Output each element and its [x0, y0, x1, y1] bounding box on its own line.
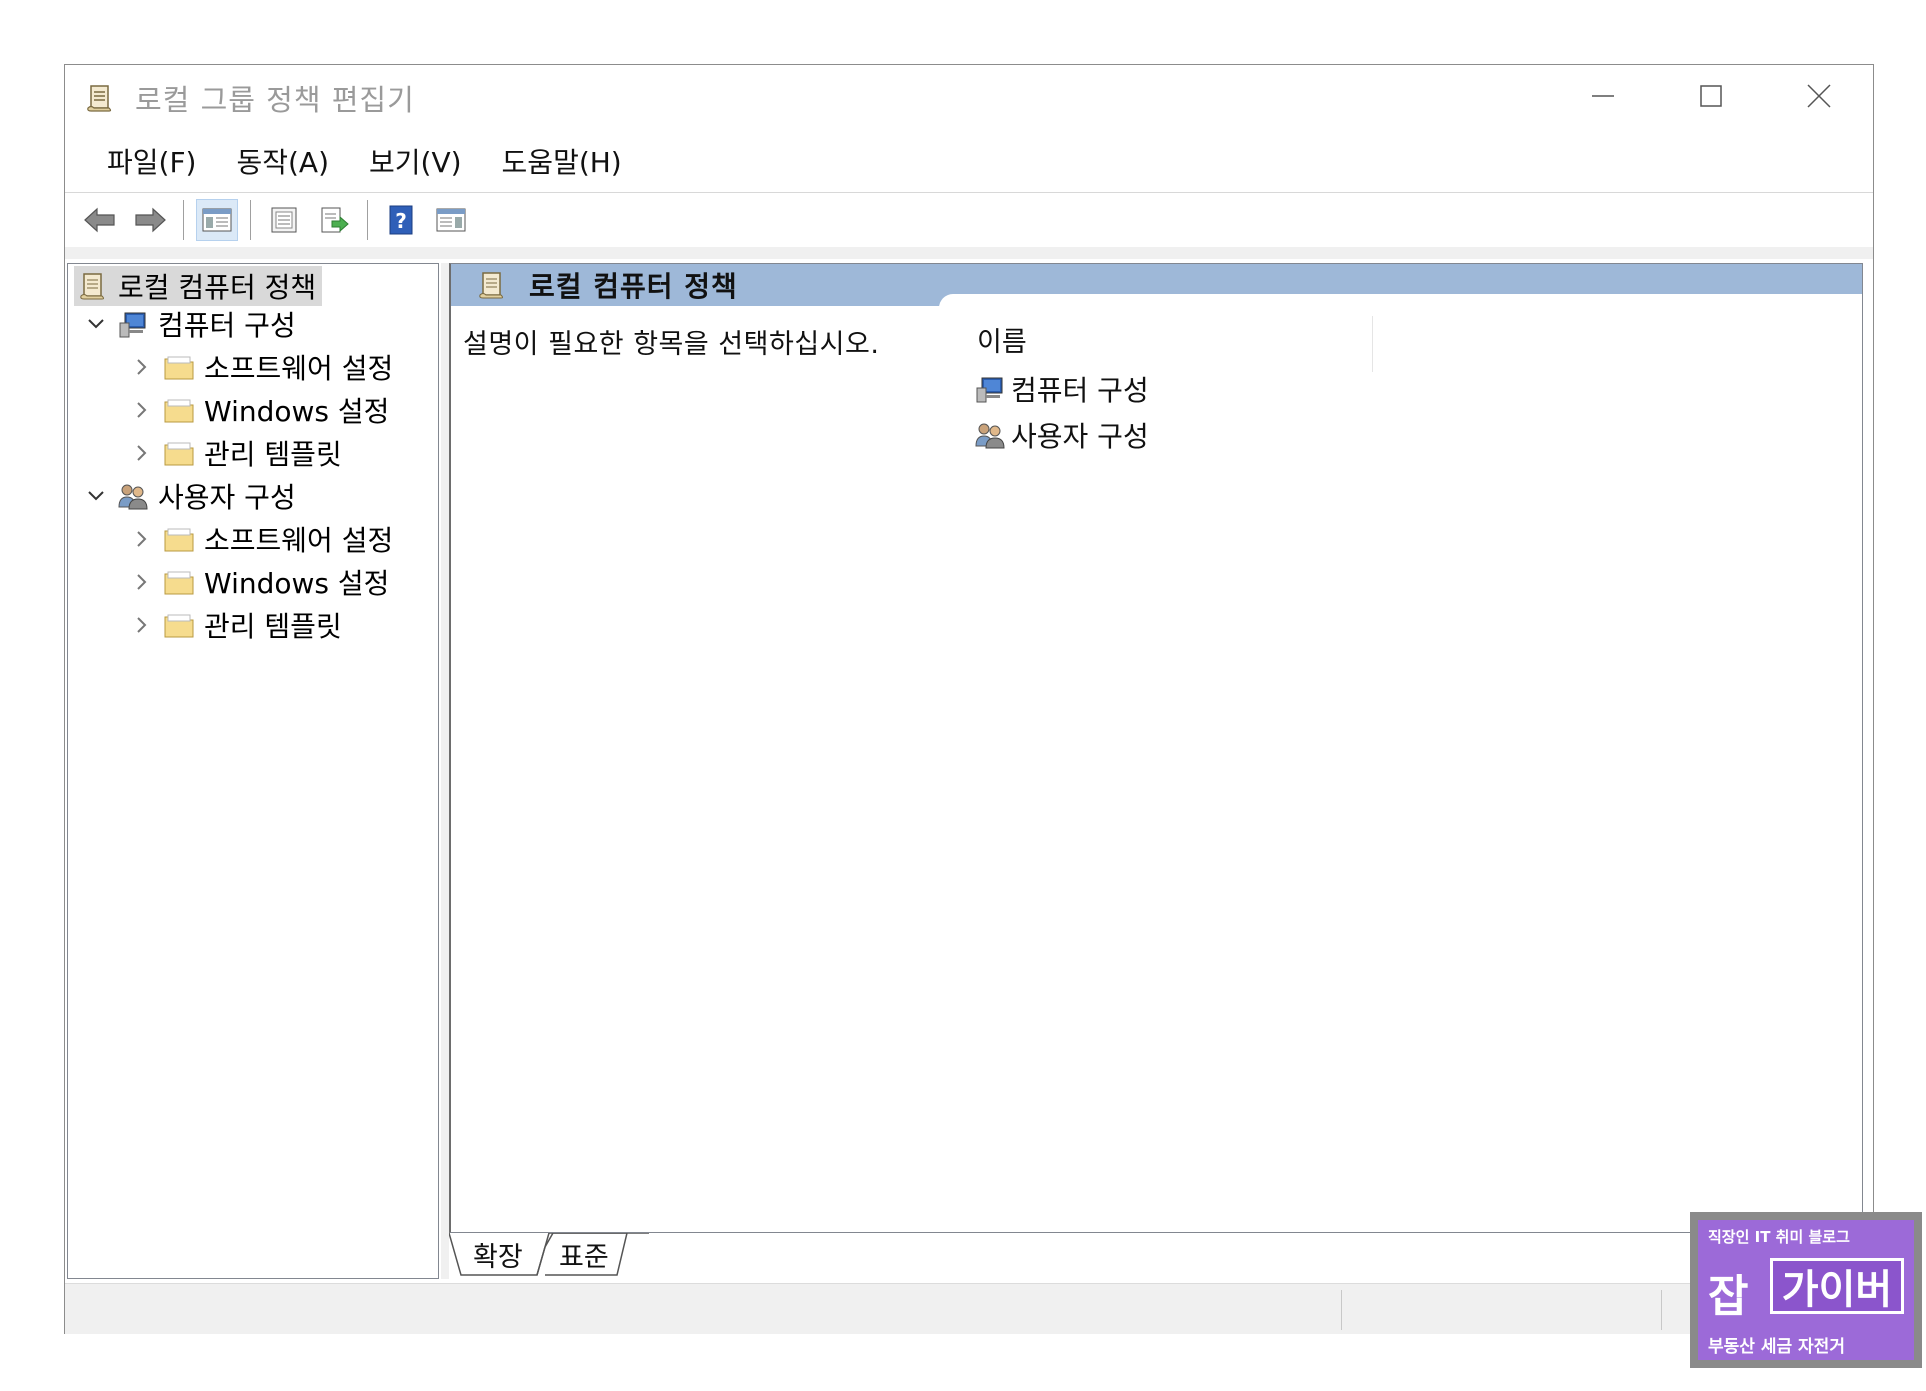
- status-separator: [1661, 1290, 1662, 1330]
- export-list-icon: [321, 207, 349, 233]
- tree-item-computer-windows-settings[interactable]: Windows 설정: [128, 390, 389, 430]
- title-bar[interactable]: 로컬 그룹 정책 편집기: [65, 65, 1873, 127]
- policy-scroll-icon: [76, 269, 110, 303]
- tree-item-computer-admin-templates[interactable]: 관리 템플릿: [128, 433, 342, 473]
- users-icon: [116, 479, 150, 513]
- toolbar-separator: [183, 200, 184, 240]
- show-hide-action-pane-button[interactable]: [430, 199, 472, 241]
- column-header-name[interactable]: 이름: [977, 320, 1027, 359]
- chevron-right-icon[interactable]: [128, 568, 156, 596]
- properties-icon: [271, 207, 297, 233]
- computer-icon: [973, 372, 1007, 406]
- show-hide-tree-button[interactable]: [196, 199, 238, 241]
- chevron-down-icon[interactable]: [82, 482, 110, 510]
- tab-extended[interactable]: 확장: [473, 1235, 523, 1274]
- menu-bar: 파일(F) 동작(A) 보기(V) 도움말(H): [65, 130, 1873, 193]
- detail-header-title: 로컬 컴퓨터 정책: [529, 270, 738, 303]
- status-separator: [1341, 1290, 1342, 1330]
- tree-item-computer-config[interactable]: 컴퓨터 구성: [82, 304, 296, 344]
- menu-view[interactable]: 보기(V): [349, 130, 482, 192]
- toolbar-separator: [367, 200, 368, 240]
- view-tabs: 확장 표준: [449, 1233, 1863, 1279]
- tab-standard[interactable]: 표준: [559, 1235, 609, 1274]
- folder-icon: [162, 436, 196, 470]
- list-item-user-config[interactable]: 사용자 구성: [973, 414, 1149, 456]
- tree-label: Windows 설정: [204, 567, 390, 600]
- tree-label: 관리 템플릿: [204, 438, 342, 471]
- description-text: 설명이 필요한 항목을 선택하십시오.: [463, 329, 880, 360]
- tree-label: 로컬 컴퓨터 정책: [118, 271, 317, 304]
- properties-button[interactable]: [263, 199, 305, 241]
- svg-text:?: ?: [395, 209, 407, 233]
- tree-label: 소프트웨어 설정: [204, 524, 394, 557]
- chevron-right-icon[interactable]: [128, 439, 156, 467]
- toolbar: ?: [65, 193, 1873, 247]
- minimize-icon: [1592, 95, 1614, 97]
- toolbar-separator: [250, 200, 251, 240]
- list-item-computer-config[interactable]: 컴퓨터 구성: [973, 368, 1149, 410]
- detail-pane: 로컬 컴퓨터 정책 설명이 필요한 항목을 선택하십시오. 이름 컴퓨터 구성 …: [449, 263, 1863, 1233]
- tree-label: 관리 템플릿: [204, 610, 342, 643]
- export-list-button[interactable]: [313, 199, 355, 241]
- show-hide-console-tree-icon: [202, 208, 232, 232]
- column-divider[interactable]: [1372, 316, 1373, 372]
- watermark-inner: 직장인 IT 취미 블로그 잡 가이버 부동산 세금 자전거: [1698, 1220, 1914, 1360]
- tree-item-user-windows-settings[interactable]: Windows 설정: [128, 562, 389, 602]
- tree-item-user-software-settings[interactable]: 소프트웨어 설정: [128, 519, 393, 559]
- close-button[interactable]: [1765, 65, 1873, 127]
- watermark-top-text: 직장인 IT 취미 블로그: [1708, 1228, 1850, 1246]
- folder-icon: [162, 565, 196, 599]
- folder-icon: [162, 608, 196, 642]
- blog-watermark-logo: 직장인 IT 취미 블로그 잡 가이버 부동산 세금 자전거: [1690, 1212, 1922, 1368]
- tree-label: 소프트웨어 설정: [204, 352, 394, 385]
- tree-label: Windows 설정: [204, 395, 390, 428]
- chevron-down-icon[interactable]: [82, 310, 110, 338]
- status-bar: [65, 1283, 1873, 1334]
- policy-scroll-icon: [85, 83, 115, 113]
- chevron-right-icon[interactable]: [128, 353, 156, 381]
- users-icon: [973, 418, 1007, 452]
- tree-label: 사용자 구성: [158, 481, 296, 514]
- forward-button[interactable]: [129, 199, 171, 241]
- tree-item-user-config[interactable]: 사용자 구성: [82, 476, 296, 516]
- list-item-label: 사용자 구성: [1011, 420, 1149, 453]
- tree-label: 컴퓨터 구성: [158, 309, 296, 342]
- gpedit-window: 로컬 그룹 정책 편집기 파일(F) 동작(A) 보기(V) 도움말(H) ? …: [64, 64, 1874, 1334]
- watermark-bottom-text: 부동산 세금 자전거: [1708, 1337, 1845, 1357]
- window-title: 로컬 그룹 정책 편집기: [135, 83, 415, 117]
- header-notch: [939, 294, 1862, 308]
- menu-help[interactable]: 도움말(H): [482, 130, 642, 192]
- tree-item-computer-software-settings[interactable]: 소프트웨어 설정: [128, 347, 393, 387]
- minimize-button[interactable]: [1549, 65, 1657, 127]
- watermark-brand-left: 잡: [1708, 1271, 1749, 1322]
- chevron-right-icon[interactable]: [128, 525, 156, 553]
- toolbar-strip: [65, 247, 1873, 259]
- folder-icon: [162, 522, 196, 556]
- back-button[interactable]: [79, 199, 121, 241]
- watermark-brand-box: 가이버: [1770, 1258, 1904, 1314]
- chevron-right-icon[interactable]: [128, 611, 156, 639]
- maximize-icon: [1700, 85, 1722, 107]
- tree-item-user-admin-templates[interactable]: 관리 템플릿: [128, 605, 342, 645]
- list-item-label: 컴퓨터 구성: [1011, 374, 1149, 407]
- maximize-button[interactable]: [1657, 65, 1765, 127]
- chevron-right-icon[interactable]: [128, 396, 156, 424]
- close-icon: [1807, 84, 1831, 108]
- folder-icon: [162, 350, 196, 384]
- menu-file[interactable]: 파일(F): [87, 130, 216, 192]
- folder-icon: [162, 393, 196, 427]
- pane-splitter[interactable]: [441, 263, 449, 1279]
- show-hide-action-pane-icon: [436, 208, 466, 232]
- tree-item-local-computer-policy[interactable]: 로컬 컴퓨터 정책: [74, 266, 323, 306]
- back-arrow-icon: [84, 207, 115, 233]
- help-icon: ?: [389, 205, 413, 235]
- forward-arrow-icon: [135, 207, 166, 233]
- watermark-brand-right: 가이버: [1781, 1267, 1893, 1313]
- help-button[interactable]: ?: [380, 199, 422, 241]
- computer-icon: [116, 307, 150, 341]
- policy-scroll-icon: [475, 268, 509, 302]
- console-tree: 로컬 컴퓨터 정책 컴퓨터 구성 소프트웨어 설정 Windows 설정 관리 …: [67, 263, 439, 1279]
- menu-action[interactable]: 동작(A): [216, 130, 349, 192]
